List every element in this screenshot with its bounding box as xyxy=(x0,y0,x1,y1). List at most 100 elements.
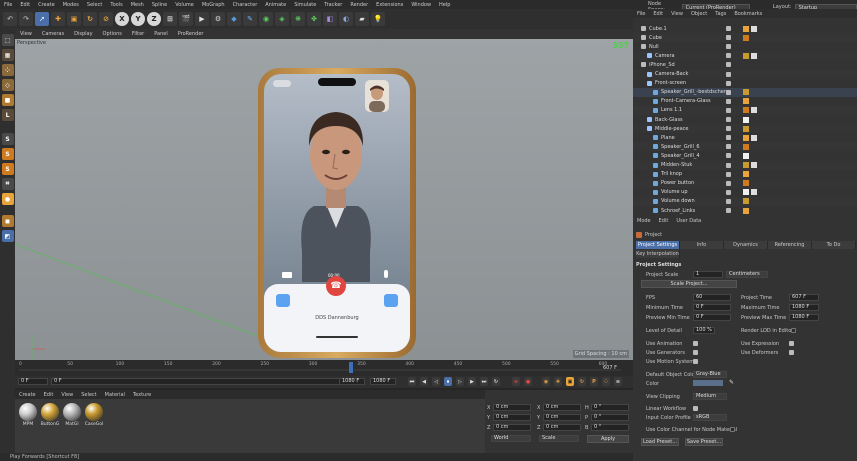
viewport-menu-cameras[interactable]: Cameras xyxy=(37,31,69,37)
visibility-toggle[interactable] xyxy=(726,26,731,31)
project-time-field[interactable]: 607 F xyxy=(789,294,819,301)
undo-icon[interactable]: ↶ xyxy=(3,12,17,26)
material-tag-icon[interactable] xyxy=(743,189,749,196)
move-icon[interactable]: ✚ xyxy=(51,12,65,26)
coord-field[interactable]: 0 cm xyxy=(493,404,531,411)
material-tag-icon[interactable] xyxy=(751,134,757,141)
object-row[interactable]: Middle-peace xyxy=(633,124,857,134)
material-menu-material[interactable]: Material xyxy=(101,392,129,398)
menu-window[interactable]: Window xyxy=(407,2,435,8)
viewport-menu-filter[interactable]: Filter xyxy=(127,31,149,37)
axis-z-icon[interactable]: Z xyxy=(147,12,161,26)
render-lod-checkbox[interactable] xyxy=(791,328,796,333)
tab-to-do[interactable]: To Do xyxy=(812,241,856,249)
start-frame-field[interactable]: 0 F xyxy=(51,378,363,385)
material-tag-icon[interactable] xyxy=(743,116,749,123)
material-tag-icon[interactable] xyxy=(743,198,749,205)
camera-icon[interactable]: ▰ xyxy=(355,12,369,26)
extrude-icon[interactable]: ◈ xyxy=(275,12,289,26)
key-position-icon[interactable]: ✚ xyxy=(554,377,562,386)
menu-create[interactable]: Create xyxy=(34,2,59,8)
coord-field[interactable]: 0 cm xyxy=(543,404,581,411)
visibility-toggle[interactable] xyxy=(726,144,731,150)
menu-extensions[interactable]: Extensions xyxy=(372,2,407,8)
material-menu-view[interactable]: View xyxy=(57,392,77,398)
object-menu-bookmarks[interactable]: Bookmarks xyxy=(730,11,766,17)
project-scale-field[interactable]: 1 xyxy=(693,271,723,278)
viewport[interactable]: Perspective 357 00:00 xyxy=(15,39,633,360)
end-call-button[interactable]: ☎ xyxy=(326,276,346,296)
texture-mode-icon[interactable]: ▦ xyxy=(1,49,14,61)
goto-end-icon[interactable]: ⏭ xyxy=(480,377,488,386)
attribute-menu-edit[interactable]: Edit xyxy=(655,218,673,226)
use-deformers-checkbox[interactable] xyxy=(789,350,794,355)
key-param-icon[interactable]: P xyxy=(590,377,598,386)
goto-start-icon[interactable]: ⏮ xyxy=(408,377,416,386)
render-settings-icon[interactable]: ⚙ xyxy=(211,12,225,26)
object-row[interactable]: Schroef_Links xyxy=(633,206,857,215)
object-row[interactable]: Plane xyxy=(633,133,857,143)
view-clipping-dropdown[interactable]: Medium xyxy=(693,393,727,400)
color-channel-checkbox[interactable] xyxy=(730,427,735,432)
material-tag-icon[interactable] xyxy=(743,34,749,41)
phone-model[interactable]: 00:00 ☎ DDS Dannenburg xyxy=(258,68,416,358)
coord-field[interactable]: 0 cm xyxy=(543,424,581,431)
coord-field[interactable]: 0 cm xyxy=(493,424,531,431)
material-tag-icon[interactable] xyxy=(743,134,749,141)
visibility-toggle[interactable] xyxy=(726,89,731,95)
switch-camera-icon[interactable] xyxy=(384,294,398,307)
material-tag-icon[interactable] xyxy=(743,107,749,114)
menu-render[interactable]: Render xyxy=(346,2,372,8)
menu-tools[interactable]: Tools xyxy=(106,2,126,8)
cube-icon[interactable]: ◆ xyxy=(227,12,241,26)
object-row[interactable]: Tril knop xyxy=(633,169,857,179)
visibility-toggle[interactable] xyxy=(726,189,731,195)
material-tag-icon[interactable] xyxy=(751,189,757,196)
points-mode-icon[interactable]: ⁘ xyxy=(1,64,14,76)
material-tag-icon[interactable] xyxy=(751,52,757,59)
menu-spline[interactable]: Spline xyxy=(148,2,171,8)
object-row[interactable]: Camera-Back xyxy=(633,69,857,79)
visibility-toggle[interactable] xyxy=(726,53,731,59)
object-row[interactable]: Null xyxy=(633,42,857,52)
material-tag-icon[interactable] xyxy=(751,25,757,32)
visibility-toggle[interactable] xyxy=(726,171,731,177)
viewport-solo-icon[interactable]: ◩ xyxy=(1,230,14,242)
material-tag-icon[interactable] xyxy=(743,89,749,96)
coord-scale-dropdown[interactable]: Scale xyxy=(539,435,579,442)
render-view-icon[interactable]: 🎬 xyxy=(179,12,193,26)
redo-icon[interactable]: ↷ xyxy=(19,12,33,26)
eyedropper-icon[interactable]: ✎ xyxy=(729,379,735,386)
solo-icon[interactable]: ◼ xyxy=(1,215,14,227)
preview-min-field[interactable]: 0 F xyxy=(693,314,731,321)
key-pla-icon[interactable]: ⁘ xyxy=(602,377,610,386)
material-tag-icon[interactable] xyxy=(743,207,749,214)
material-tag-icon[interactable] xyxy=(743,25,749,32)
edges-mode-icon[interactable]: ◇ xyxy=(1,79,14,91)
apply-button[interactable]: Apply xyxy=(587,435,629,443)
material-item[interactable]: ButtonG xyxy=(40,403,60,427)
material-menu-edit[interactable]: Edit xyxy=(40,392,58,398)
recent-tools-icon[interactable]: ⊘ xyxy=(99,12,113,26)
prev-frame-icon[interactable]: ◁ xyxy=(432,377,440,386)
light-icon[interactable]: 💡 xyxy=(371,12,385,26)
viewport-menu-panel[interactable]: Panel xyxy=(149,31,173,37)
object-menu-object[interactable]: Object xyxy=(687,11,711,17)
scale-project-button[interactable]: Scale Project... xyxy=(641,280,737,288)
material-tag-icon[interactable] xyxy=(743,171,749,178)
next-key-icon[interactable]: ▶ xyxy=(468,377,476,386)
object-row[interactable]: Power button xyxy=(633,178,857,188)
loop-icon[interactable]: ↻ xyxy=(492,377,500,386)
material-tag-icon[interactable] xyxy=(751,162,757,168)
viewport-menu-display[interactable]: Display xyxy=(69,31,97,37)
object-row[interactable]: Front-Camera-Glass xyxy=(633,96,857,106)
attribute-menu-user-data[interactable]: User Data xyxy=(672,218,705,226)
timeline-ruler[interactable]: 0 50 100 150 200 250 300 350 400 450 500 550 600 607… xyxy=(15,360,633,376)
object-row[interactable]: Camera xyxy=(633,51,857,61)
axis-mode-icon[interactable]: L xyxy=(1,109,14,121)
visibility-toggle[interactable] xyxy=(726,80,731,86)
coord-field[interactable]: 0 ° xyxy=(591,424,629,431)
visibility-toggle[interactable] xyxy=(726,208,731,213)
min-time-field[interactable]: 0 F xyxy=(693,304,731,311)
object-row[interactable]: iPhone_Sd xyxy=(633,60,857,70)
